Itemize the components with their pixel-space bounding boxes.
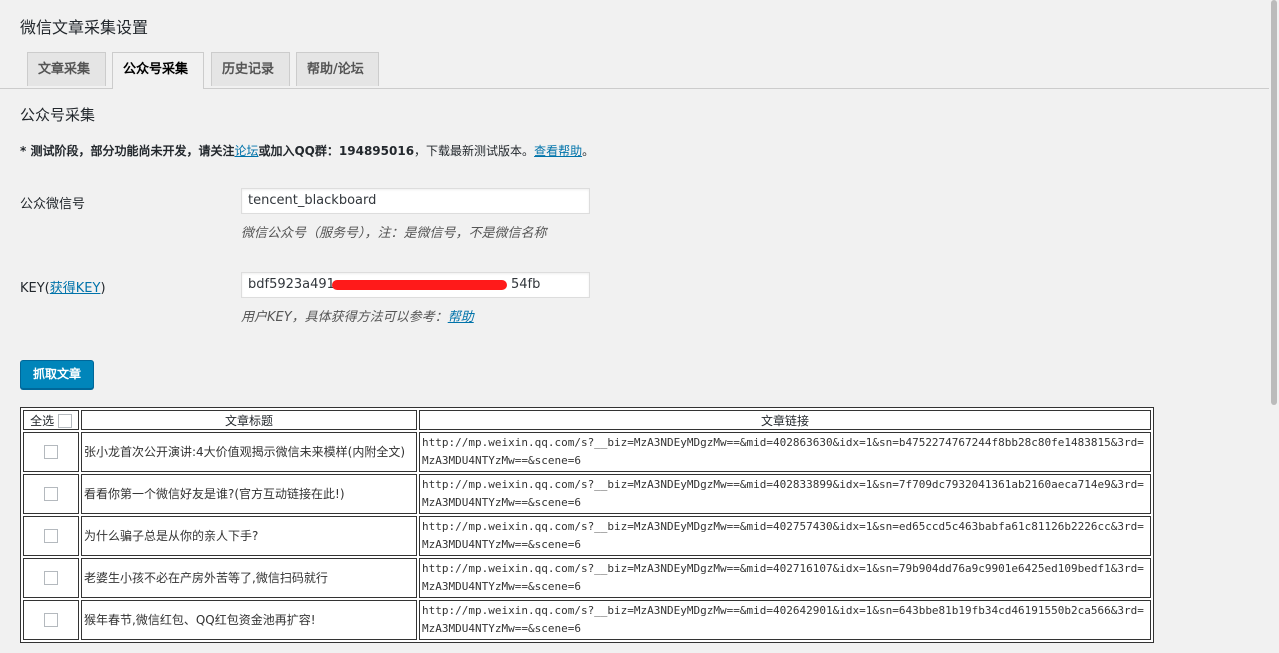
notice-end: 。 xyxy=(582,144,595,158)
row-checkbox[interactable] xyxy=(44,529,58,544)
row-link: http://mp.weixin.qq.com/s?__biz=MzA3NDEy… xyxy=(419,474,1151,514)
title-header: 文章标题 xyxy=(81,410,417,430)
account-label: 公众微信号 xyxy=(20,197,86,212)
key-label: KEY(获得KEY) xyxy=(20,277,106,296)
tab-help-forum[interactable]: 帮助/论坛 xyxy=(296,52,379,86)
account-description: 微信公众号（服务号），注：是微信号，不是微信名称 xyxy=(241,226,547,241)
qq-group-number: 194895016 xyxy=(338,144,415,158)
row-title: 猴年春节,微信红包、QQ红包资金池再扩容! xyxy=(81,600,417,640)
table-row: 老婆生小孩不必在产房外苦等了,微信扫码就行 http://mp.weixin.q… xyxy=(23,558,1151,598)
row-link: http://mp.weixin.qq.com/s?__biz=MzA3NDEy… xyxy=(419,558,1151,598)
forum-link[interactable]: 论坛 xyxy=(234,144,258,158)
row-checkbox-cell xyxy=(23,600,79,640)
key-value-start: bdf5923a491 xyxy=(248,277,335,292)
row-link: http://mp.weixin.qq.com/s?__biz=MzA3NDEy… xyxy=(419,516,1151,556)
view-help-link[interactable]: 查看帮助 xyxy=(534,144,582,158)
row-checkbox-cell xyxy=(23,474,79,514)
table-row: 为什么骗子总是从你的亲人下手? http://mp.weixin.qq.com/… xyxy=(23,516,1151,556)
articles-table: 全选 文章标题 文章链接 张小龙首次公开演讲:4大价值观揭示微信未来模样(内附全… xyxy=(20,407,1154,643)
row-link: http://mp.weixin.qq.com/s?__biz=MzA3NDEy… xyxy=(419,432,1151,472)
row-checkbox[interactable] xyxy=(44,571,58,586)
key-help-link[interactable]: 帮助 xyxy=(448,310,474,325)
page-title: 微信文章采集设置 xyxy=(20,18,149,37)
table-row: 猴年春节,微信红包、QQ红包资金池再扩容! http://mp.weixin.q… xyxy=(23,600,1151,640)
link-header: 文章链接 xyxy=(419,410,1151,430)
row-checkbox-cell xyxy=(23,516,79,556)
tab-history[interactable]: 历史记录 xyxy=(211,52,290,86)
table-header-row: 全选 文章标题 文章链接 xyxy=(23,410,1151,430)
key-description-text: 用户KEY，具体获得方法可以参考： xyxy=(241,310,448,325)
key-value-end: 54fb xyxy=(510,277,541,292)
row-checkbox[interactable] xyxy=(44,445,58,460)
redaction-mark xyxy=(332,280,507,290)
notice-text: * 测试阶段，部分功能尚未开发，请关注论坛或加入QQ群：194895016，下载… xyxy=(20,142,594,159)
row-link: http://mp.weixin.qq.com/s?__biz=MzA3NDEy… xyxy=(419,600,1151,640)
row-checkbox[interactable] xyxy=(44,487,58,502)
fetch-articles-button[interactable]: 抓取文章 xyxy=(20,360,94,389)
row-checkbox-cell xyxy=(23,558,79,598)
notice-prefix: * 测试阶段，部分功能尚未开发，请关注 xyxy=(20,144,235,158)
table-row: 张小龙首次公开演讲:4大价值观揭示微信未来模样(内附全文) http://mp.… xyxy=(23,432,1151,472)
tab-bar: 文章采集 公众号采集 历史记录 帮助/论坛 xyxy=(0,52,1269,89)
get-key-link[interactable]: 获得KEY xyxy=(50,281,101,296)
section-title: 公众号采集 xyxy=(20,106,96,124)
select-all-header: 全选 xyxy=(23,410,79,430)
tab-account-collect[interactable]: 公众号采集 xyxy=(112,52,204,89)
select-all-checkbox[interactable] xyxy=(57,414,72,428)
row-title: 老婆生小孩不必在产房外苦等了,微信扫码就行 xyxy=(81,558,417,598)
row-title: 为什么骗子总是从你的亲人下手? xyxy=(81,516,417,556)
select-all-label: 全选 xyxy=(30,413,55,428)
page-scrollbar[interactable] xyxy=(1271,0,1277,405)
row-title: 张小龙首次公开演讲:4大价值观揭示微信未来模样(内附全文) xyxy=(81,432,417,472)
notice-suffix: ，下载最新测试版本。 xyxy=(414,144,535,158)
key-input[interactable]: bdf5923a491 54fb xyxy=(241,272,590,298)
key-label-suffix: ) xyxy=(100,281,106,296)
key-description: 用户KEY，具体获得方法可以参考：帮助 xyxy=(241,306,474,325)
row-title: 看看你第一个微信好友是谁?(官方互动链接在此!) xyxy=(81,474,417,514)
notice-middle: 或加入QQ群： xyxy=(258,144,339,158)
key-label-prefix: KEY( xyxy=(20,281,50,296)
row-checkbox-cell xyxy=(23,432,79,472)
row-checkbox[interactable] xyxy=(44,613,58,628)
account-input[interactable]: tencent_blackboard xyxy=(241,188,590,214)
table-row: 看看你第一个微信好友是谁?(官方互动链接在此!) http://mp.weixi… xyxy=(23,474,1151,514)
tab-article-collect[interactable]: 文章采集 xyxy=(27,52,106,86)
